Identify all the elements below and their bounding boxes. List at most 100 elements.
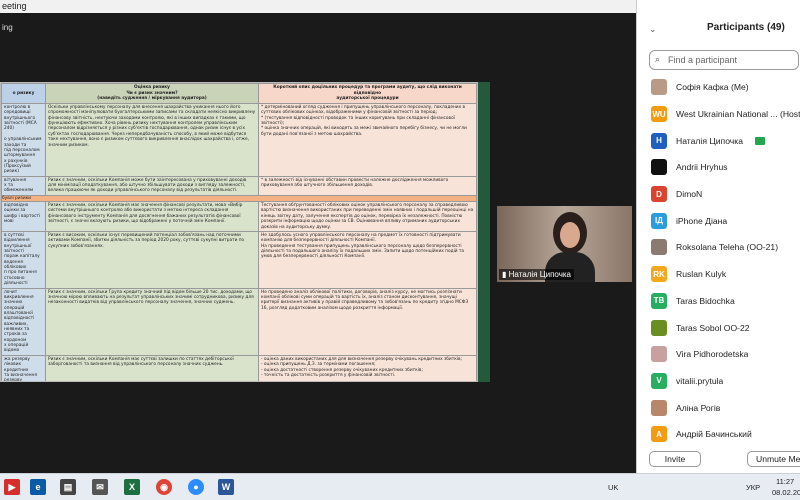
participant-item[interactable]: A Андрій Бачинський (637, 421, 800, 448)
table-cell: - оцінка даних використаних для для визн… (258, 354, 477, 381)
table-cell: Не здобулось усного управлінського персо… (258, 230, 477, 289)
table-cell: Оскільки управлінському персоналу для вн… (45, 103, 259, 177)
table-row: лочит викривлення значних операцій влашт… (1, 287, 477, 356)
table-cell: вітування х та обмеженням (1, 175, 46, 196)
mail-icon[interactable]: ✉ (92, 479, 108, 495)
word-icon[interactable]: W (218, 479, 234, 495)
participant-name: Taras Sobol OO-22 (676, 322, 750, 333)
clock-time[interactable]: 11:27 (776, 477, 794, 486)
video-face (560, 222, 580, 248)
participant-item[interactable]: Roksolana Teleha (OO-21) (637, 234, 800, 261)
avatar: Н (651, 132, 667, 149)
table-cell: Ризик є значним, оскільки Група кредиту … (45, 287, 259, 356)
window-title-bar: eeting (0, 0, 636, 13)
table-cell: Ризик є значним, оскільки Компанія має з… (45, 201, 259, 232)
signal-icon: ▮ (502, 270, 507, 279)
avatar: D (651, 186, 667, 203)
table-cell: відповідно оцінки за шифр і вартості мов… (1, 201, 46, 232)
avatar (651, 399, 667, 416)
participant-name: vitalii.prytula (676, 375, 724, 386)
shared-screen-slide: о ризику Оцінка ризику Чи є ризик значни… (0, 82, 478, 382)
avatar (651, 239, 667, 256)
participant-item[interactable]: ІД iPhone Діана (637, 207, 800, 234)
avatar: ІД (651, 212, 667, 229)
participant-name: Наталія Ципочка (676, 135, 743, 146)
participant-list: Софія Кафка (Me) WU West Ukrainian Nationa… (637, 74, 800, 448)
header-assessment: Оцінка ризику Чи є ризик значним? (навед… (45, 83, 259, 104)
participant-item[interactable]: RK Ruslan Kulyk (637, 261, 800, 288)
table-cell: контролю в середовищі внутрішнього звітн… (1, 103, 46, 177)
participant-name: West Ukrainian National ... (Host) (676, 109, 800, 120)
section-divider-label: бувлі ризики (2, 195, 32, 201)
participant-item[interactable]: Н Наталія Ципочка (637, 127, 800, 154)
participant-item[interactable]: WU West Ukrainian National ... (Host) (637, 101, 800, 128)
participants-title: Participants (49) (707, 22, 785, 33)
window-title: eeting (2, 1, 27, 11)
participant-name: Аліна Рогів (676, 402, 721, 413)
table-cell: Ризик є високим, оскільки існує перевище… (45, 230, 259, 289)
table-cell: Не проведено аналіз облікової політики, … (258, 287, 477, 356)
participant-name: Taras Bidochka (676, 295, 735, 306)
meeting-label: ing (2, 23, 13, 32)
participant-name: Софія Кафка (Me) (676, 82, 749, 93)
participant-name: Андрій Бачинський (676, 429, 752, 440)
avatar: V (651, 372, 667, 389)
participant-item[interactable]: Taras Sobol OO-22 (637, 314, 800, 341)
table-row: в суттєві відхилення внутрішньої звітнос… (1, 230, 477, 289)
participant-item[interactable]: D DimoN (637, 181, 800, 208)
avatar: RK (651, 266, 667, 283)
unmute-me-button[interactable]: Unmute Me (747, 451, 800, 467)
panel-footer: Invite Unmute Me (637, 446, 800, 473)
video-name: Наталія Ципочка (508, 270, 571, 279)
avatar (651, 346, 667, 363)
header-procedures: Короткий опис доцільних процедур та прог… (258, 83, 477, 104)
edge-icon[interactable]: e (30, 479, 46, 495)
participant-name: DimoN (676, 189, 703, 200)
table-cell: в суттєві відхилення внутрішньої звітнос… (1, 230, 46, 289)
participant-name: Ruslan Kulyk (676, 269, 727, 280)
video-tile[interactable]: ▮ Наталія Ципочка (497, 206, 632, 282)
participant-search-input[interactable]: ⌕ Find a participant (649, 50, 799, 70)
keyboard-layout[interactable]: UK (608, 483, 618, 492)
participant-item[interactable]: Софія Кафка (Me) (637, 74, 800, 101)
search-icon: ⌕ (655, 54, 661, 64)
table-row: вітування х та обмеженням Ризик є значним… (1, 175, 477, 196)
participant-name: Vira Pidhorodetska (676, 349, 749, 360)
avatar (651, 319, 667, 336)
avatar (651, 79, 667, 96)
avatar: WU (651, 106, 667, 123)
participant-item[interactable]: Аліна Рогів (637, 394, 800, 421)
participant-item[interactable]: Vira Pidhorodetska (637, 341, 800, 368)
slide-edge-bar (478, 82, 490, 382)
app-icon[interactable]: ▶ (4, 479, 20, 495)
language-indicator[interactable]: УКР (746, 483, 760, 492)
table-cell: * детермінований огляд судження і припущ… (258, 103, 477, 177)
search-placeholder: Find a participant (668, 55, 738, 65)
taskbar: ▶ e ▤ ✉ X ◉ ● W UK УКР 11:27 08.02.20 (0, 473, 800, 500)
store-icon[interactable]: ▤ (60, 479, 76, 495)
participant-name: iPhone Діана (676, 215, 728, 226)
excel-icon[interactable]: X (124, 479, 140, 495)
header-risk: о ризику (1, 83, 46, 104)
table-cell: Ризик є значним, оскільки Компанія має с… (45, 354, 259, 381)
screen-share-icon (755, 136, 765, 145)
chrome-icon[interactable]: ◉ (156, 479, 172, 495)
clock-date[interactable]: 08.02.20 (772, 488, 800, 497)
collapse-chevron-icon[interactable]: ⌄ (649, 24, 657, 35)
participant-name: Andrii Hryhus (676, 162, 728, 173)
invite-button[interactable]: Invite (649, 451, 701, 467)
zoom-icon[interactable]: ● (188, 479, 204, 495)
video-name-label: ▮ Наталія Ципочка (499, 269, 574, 280)
table-cell: жа резерву лікових кредитних та визначен… (1, 354, 46, 381)
table-cell: лочит викривлення значних операцій влашт… (1, 287, 46, 356)
participant-item[interactable]: Vvitalii.prytula (637, 368, 800, 395)
participant-item[interactable]: Andrii Hryhus (637, 154, 800, 181)
participants-panel: ⌄ Participants (49) ⌕ Find a participant… (636, 0, 800, 473)
avatar: TB (651, 292, 667, 309)
table-row: жа резерву лікових кредитних та визначен… (1, 354, 477, 381)
table-row: відповідно оцінки за шифр і вартості мов… (1, 201, 477, 232)
table-cell: Ризик є значним, оскільки Компанія може … (45, 175, 259, 196)
table-cell: * в залежності від існуванні обставин пр… (258, 175, 477, 196)
participant-item[interactable]: TB Taras Bidochka (637, 288, 800, 315)
participant-name: Roksolana Teleha (OO-21) (676, 242, 779, 253)
